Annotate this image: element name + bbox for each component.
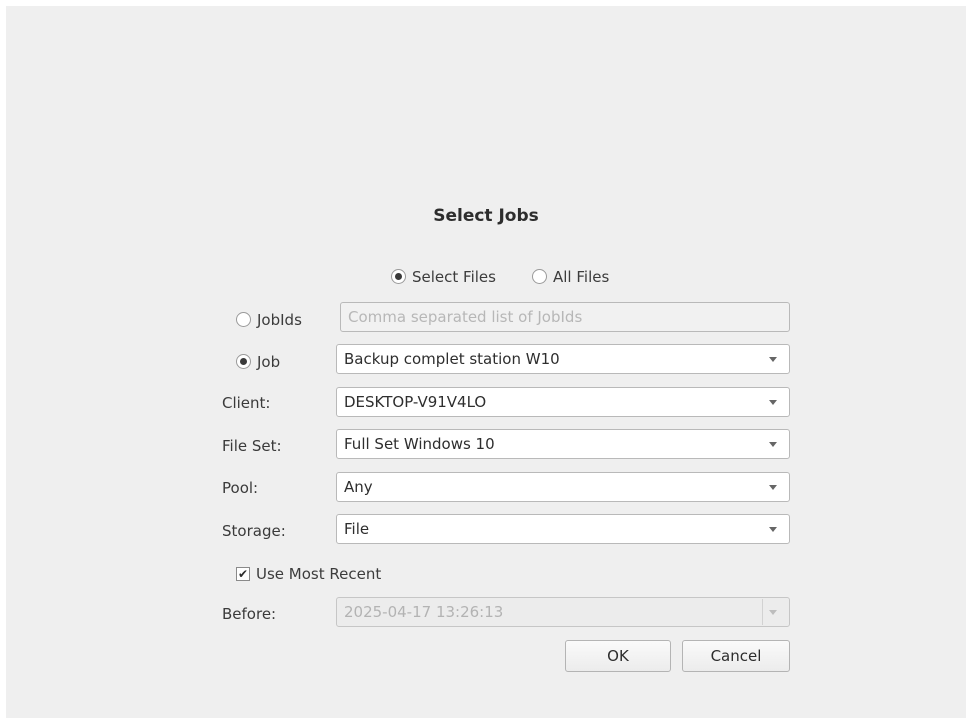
dialog-title: Select Jobs [433,206,539,226]
ok-button[interactable]: OK [565,640,671,672]
all-files-option[interactable]: All Files [532,267,609,286]
fileset-select-value: Full Set Windows 10 [344,435,495,453]
jobids-radio[interactable] [236,312,251,327]
select-files-option[interactable]: Select Files [391,267,496,286]
job-option[interactable]: Job [236,352,280,371]
client-select-value: DESKTOP-V91V4LO [344,393,487,411]
before-label: Before: [222,605,277,623]
chevron-down-icon [769,527,777,532]
chevron-down-icon [769,442,777,447]
fileset-select[interactable]: Full Set Windows 10 [336,429,790,459]
jobids-input[interactable]: Comma separated list of JobIds [340,302,790,332]
client-label: Client: [222,394,271,412]
use-most-recent-checkbox[interactable]: ✔ [236,566,250,581]
pool-label: Pool: [222,479,259,497]
use-most-recent-label: Use Most Recent [256,564,382,583]
storage-select-value: File [344,520,370,538]
before-datetime-value: 2025-04-17 13:26:13 [344,603,504,621]
chevron-down-icon [769,610,777,615]
select-files-radio[interactable] [391,269,406,284]
job-radio[interactable] [236,354,251,369]
pool-select-value: Any [344,478,373,496]
jobids-label: JobIds [257,310,302,329]
job-select-value: Backup complet station W10 [344,350,560,368]
before-datetime-field[interactable]: 2025-04-17 13:26:13 [336,597,790,627]
all-files-label: All Files [553,267,610,286]
select-jobs-dialog: Select Jobs Select Files All Files JobId… [6,6,966,718]
chevron-down-icon [769,357,777,362]
jobids-option[interactable]: JobIds [236,310,302,329]
pool-select[interactable]: Any [336,472,790,502]
job-select[interactable]: Backup complet station W10 [336,344,790,374]
chevron-down-icon [769,485,777,490]
job-label: Job [257,352,281,371]
select-files-label: Select Files [412,267,496,286]
storage-label: Storage: [222,522,286,540]
cancel-button[interactable]: Cancel [682,640,790,672]
before-dropdown-divider [762,599,763,625]
fileset-label: File Set: [222,437,282,455]
chevron-down-icon [769,400,777,405]
storage-select[interactable]: File [336,514,790,544]
client-select[interactable]: DESKTOP-V91V4LO [336,387,790,417]
use-most-recent-option[interactable]: ✔ Use Most Recent [236,564,381,583]
all-files-radio[interactable] [532,269,547,284]
